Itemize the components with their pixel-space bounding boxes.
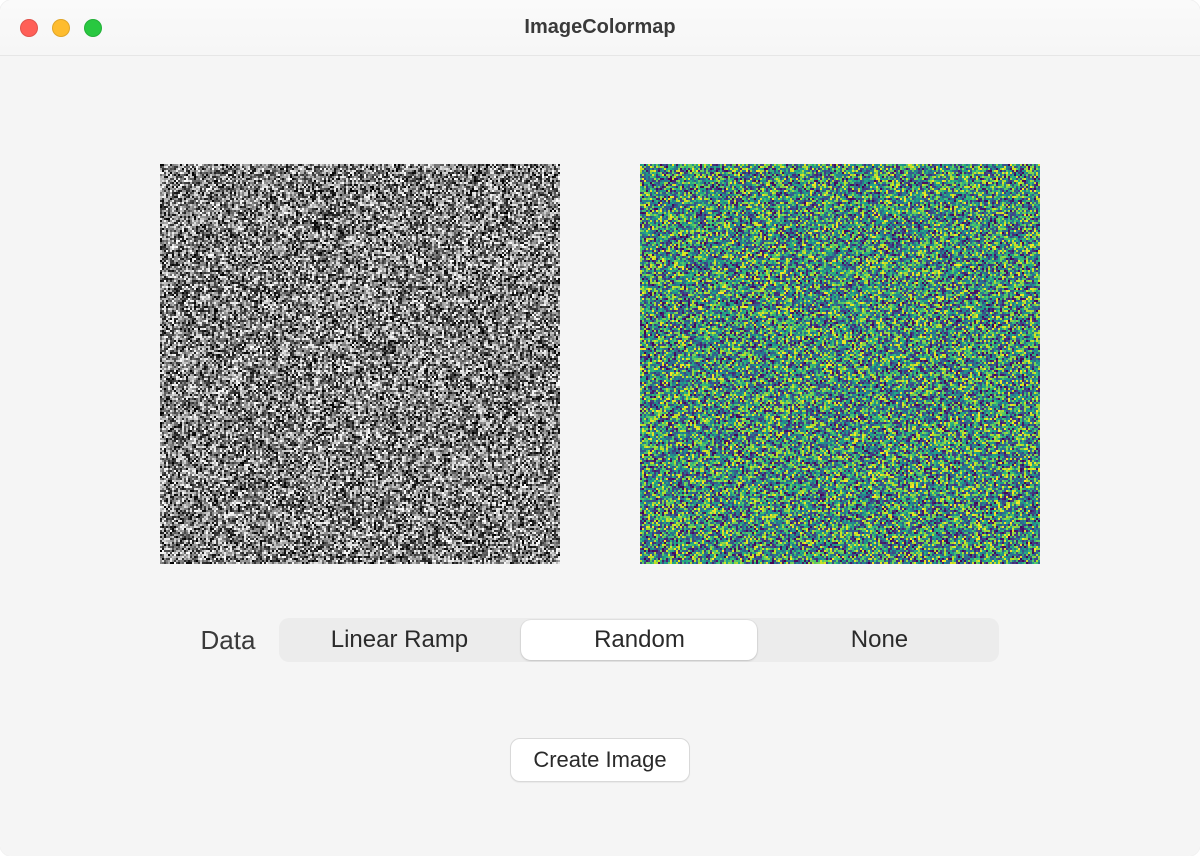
images-row: [160, 164, 1040, 564]
segment-none[interactable]: None: [759, 618, 999, 662]
color-image: [640, 164, 1040, 564]
app-window: ImageColormap Data Linear RampRandomNone…: [0, 0, 1200, 856]
data-segmented-control[interactable]: Linear RampRandomNone: [279, 618, 999, 662]
window-title: ImageColormap: [0, 16, 1200, 39]
create-image-button[interactable]: Create Image: [510, 738, 689, 782]
titlebar: ImageColormap: [0, 0, 1200, 56]
button-row: Create Image: [510, 738, 689, 782]
data-control-row: Data Linear RampRandomNone: [201, 618, 1000, 662]
content-area: Data Linear RampRandomNone Create Image: [0, 56, 1200, 856]
data-label: Data: [201, 625, 256, 656]
close-icon[interactable]: [20, 19, 38, 37]
window-controls: [20, 19, 102, 37]
viridis-noise-canvas: [640, 164, 1040, 564]
minimize-icon[interactable]: [52, 19, 70, 37]
grayscale-noise-canvas: [160, 164, 560, 564]
segment-linear-ramp[interactable]: Linear Ramp: [279, 618, 519, 662]
segment-random[interactable]: Random: [521, 620, 757, 660]
zoom-icon[interactable]: [84, 19, 102, 37]
grayscale-image: [160, 164, 560, 564]
